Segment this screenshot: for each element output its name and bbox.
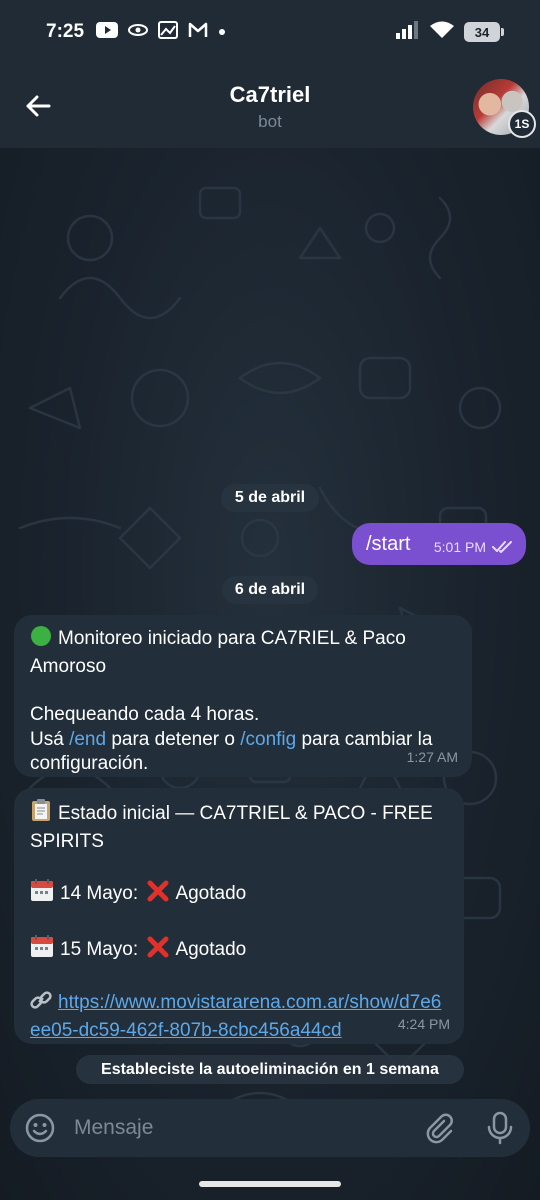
chat-title[interactable]: Ca7triel (0, 82, 540, 108)
attach-button[interactable] (424, 1112, 456, 1144)
message-meta: 5:01 PM (434, 535, 514, 560)
status-date-row: 15 Mayo: Agotado (30, 934, 448, 966)
smiley-icon (25, 1113, 55, 1143)
clipboard-icon (30, 798, 52, 830)
youtube-icon (96, 21, 119, 43)
cross-mark-icon (147, 880, 169, 910)
notification-icons (96, 20, 226, 44)
double-check-icon (492, 540, 512, 553)
status-title: Estado inicial — CA7TRIEL & PACO - FREE … (30, 803, 433, 852)
monitor-line1: Monitoreo iniciado para CA7RIEL & Paco A… (30, 628, 406, 677)
monitor-commands: Usá /end para detener o /config para cam… (30, 728, 456, 777)
status-date-row: 14 Mayo: Agotado (30, 878, 448, 910)
status-date-value: Agotado (175, 938, 247, 960)
end-command-link[interactable]: /end (69, 729, 106, 750)
green-circle-icon (30, 625, 52, 655)
incoming-message[interactable]: Monitoreo iniciado para CA7RIEL & Paco A… (14, 615, 472, 777)
status-title-row: Estado inicial — CA7TRIEL & PACO - FREE … (30, 798, 448, 854)
monitor-line2: Chequeando cada 4 horas. (30, 704, 260, 725)
cross-mark-icon (147, 936, 169, 966)
message-time: 5:01 PM (433, 538, 486, 555)
status-date-label: 14 Mayo: (60, 883, 139, 904)
microphone-button[interactable] (484, 1111, 516, 1145)
status-date-label: 15 Mayo: (60, 938, 139, 960)
message-body: Monitoreo iniciado para CA7RIEL & Paco A… (30, 625, 456, 679)
status-date-value: Agotado (175, 883, 247, 904)
chat-header: Ca7triel bot (0, 64, 540, 148)
status-bar: 7:25 34 (0, 0, 540, 64)
calendar-icon (30, 878, 54, 910)
date-separator: 6 de abril (222, 576, 318, 604)
status-link-row: https://www.movistararena.com.ar/show/d7… (30, 989, 448, 1043)
gmail-icon (188, 22, 208, 43)
microphone-icon (487, 1111, 513, 1145)
incoming-message[interactable]: Estado inicial — CA7TRIEL & PACO - FREE … (14, 788, 464, 1044)
autodelete-notice: Estableciste la autoeliminación en 1 sem… (76, 1055, 464, 1084)
message-text: /start (366, 533, 411, 555)
calendar-icon (30, 934, 54, 966)
more-notifications-dot-icon (218, 23, 226, 41)
autodelete-timer-badge: 1S (508, 110, 536, 138)
signal-icon (396, 20, 420, 44)
message-time: 1:27 AM (406, 748, 458, 765)
show-url-link[interactable]: https://www.movistararena.com.ar/show/d7… (30, 992, 441, 1041)
outgoing-message[interactable]: /start 5:01 PM (352, 523, 526, 565)
config-command-link[interactable]: /config (240, 729, 296, 750)
date-separator: 5 de abril (221, 484, 319, 512)
monitor-mid: para detener o (111, 728, 235, 750)
system-icons: 34 (396, 20, 504, 44)
link-icon (30, 989, 52, 1019)
battery-indicator: 34 (464, 22, 504, 42)
status-time: 7:25 (46, 21, 85, 42)
message-time: 4:24 PM (397, 1015, 450, 1032)
wifi-icon (430, 21, 454, 44)
home-indicator[interactable] (199, 1181, 341, 1187)
message-input[interactable] (74, 1111, 414, 1145)
eye-icon (128, 23, 149, 42)
message-composer (10, 1099, 530, 1157)
emoji-button[interactable] (24, 1112, 56, 1144)
monitor-usa: Usá (30, 728, 64, 750)
paperclip-icon (426, 1113, 453, 1144)
chart-icon (158, 20, 179, 44)
chat-subtitle: bot (258, 112, 282, 131)
